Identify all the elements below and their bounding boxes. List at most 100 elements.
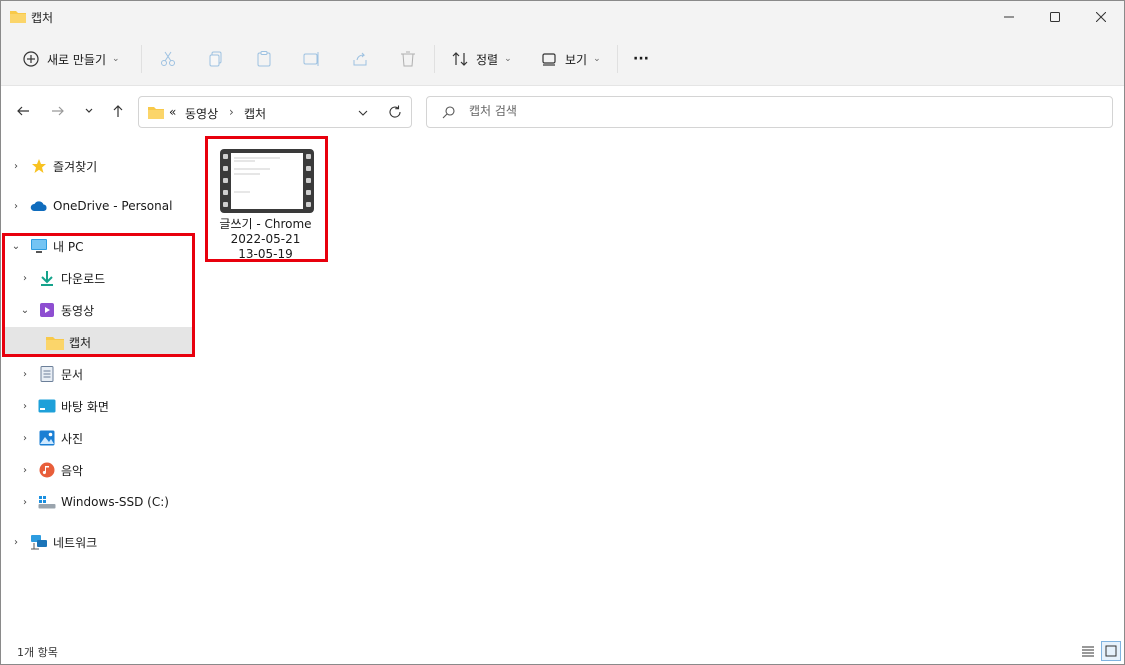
copy-icon [206,49,226,69]
file-explorer-window: 캡처 새로 만들기 ⌄ 정렬 ⌄ 보기 ⌄ ··· « 동영상 › 캡처 캡처 … [0,0,1125,665]
chevron-right-icon[interactable]: › [9,161,23,172]
new-button[interactable]: 새로 만들기 ⌄ [21,43,120,75]
chevron-right-icon[interactable]: › [18,401,32,412]
details-view-button[interactable] [1078,641,1098,661]
chevron-right-icon[interactable]: › [18,369,32,380]
sidebar-item-label: 즐겨찾기 [53,159,98,174]
list-view-icon [1082,646,1094,657]
arrow-right-icon [52,106,64,116]
new-button-label: 새로 만들기 [47,52,107,67]
folder-icon [10,9,26,23]
item-count: 1개 항목 [17,646,58,659]
back-button[interactable] [12,100,34,122]
cut-button[interactable] [158,43,178,75]
star-icon [30,157,48,175]
sidebar-item-drive-c[interactable]: › Windows-SSD (C:) [1,487,195,517]
document-icon [38,365,56,383]
sidebar-item-label: 사진 [61,431,84,446]
file-list: 글쓰기 - Chrome 2022-05-21 13-05-19 [196,136,1124,638]
breadcrumb-overflow[interactable]: « [169,105,176,119]
share-button[interactable] [350,43,370,75]
share-icon [350,49,370,69]
sidebar-item-network[interactable]: › 네트워크 [1,527,195,557]
chevron-right-icon[interactable]: › [9,201,23,212]
drive-icon [38,493,56,511]
maximize-button[interactable] [1032,1,1078,33]
large-icons-view-button[interactable] [1101,641,1121,661]
folder-icon [148,105,164,122]
rename-icon [302,49,322,69]
chevron-down-icon: ⌄ [112,54,120,64]
chevron-right-icon[interactable]: › [18,465,32,476]
sidebar-item-pictures[interactable]: › 사진 [1,423,195,453]
recent-locations-button[interactable] [78,100,100,122]
search-box[interactable] [426,96,1113,128]
sidebar-item-label: 음악 [61,463,84,478]
divider [617,45,618,73]
trash-icon [398,49,418,69]
view-button-label: 보기 [565,52,588,67]
breadcrumb-item[interactable]: 동영상 [185,105,218,122]
tile-view-icon [1105,645,1117,657]
chevron-down-icon: ⌄ [593,54,601,64]
view-icon [539,49,559,69]
sidebar-item-favorites[interactable]: › 즐겨찾기 [1,151,195,181]
sidebar-item-music[interactable]: › 음악 [1,455,195,485]
arrow-up-icon [113,105,123,117]
highlight-box [205,136,328,262]
forward-button[interactable] [47,100,69,122]
divider [141,45,142,73]
delete-button[interactable] [398,43,418,75]
network-icon [30,533,48,551]
up-button[interactable] [107,100,129,122]
scissors-icon [158,49,178,69]
search-icon [442,106,455,122]
sort-button[interactable]: 정렬 ⌄ [450,43,512,75]
copy-button[interactable] [206,43,226,75]
sidebar-item-label: OneDrive - Personal [53,199,173,213]
paste-button[interactable] [254,43,274,75]
sidebar-item-label: Windows-SSD (C:) [61,495,169,509]
chevron-right-icon[interactable]: › [18,433,32,444]
status-bar: 1개 항목 [1,638,1124,664]
sort-arrows-icon [450,49,470,69]
chevron-down-icon: ⌄ [504,54,512,64]
window-title: 캡처 [31,11,54,25]
address-dropdown-button[interactable] [358,107,368,121]
paste-icon [254,49,274,69]
refresh-button[interactable] [388,105,402,122]
close-button[interactable] [1078,1,1124,33]
desktop-icon [38,397,56,415]
chevron-right-icon[interactable]: › [18,497,32,508]
navigation-bar: « 동영상 › 캡처 [1,86,1124,138]
chevron-down-icon [358,110,368,116]
highlight-box [2,233,195,357]
sidebar-item-label: 바탕 화면 [61,399,109,414]
arrow-left-icon [17,106,29,116]
cloud-icon [30,197,48,215]
more-options-button[interactable]: ··· [633,43,649,75]
title-bar: 캡처 [1,1,1124,33]
picture-icon [38,429,56,447]
rename-button[interactable] [302,43,322,75]
sort-button-label: 정렬 [476,52,499,67]
chevron-down-icon [85,108,93,113]
view-button[interactable]: 보기 ⌄ [539,43,601,75]
sidebar-item-onedrive[interactable]: › OneDrive - Personal [1,191,195,221]
command-bar: 새로 만들기 ⌄ 정렬 ⌄ 보기 ⌄ ··· [1,33,1124,86]
address-bar[interactable]: « 동영상 › 캡처 [138,96,412,128]
breadcrumb-item[interactable]: 캡처 [244,105,266,122]
breadcrumb-separator: › [229,105,234,119]
search-input[interactable] [467,103,1071,119]
music-icon [38,461,56,479]
chevron-right-icon[interactable]: › [9,537,23,548]
minimize-button[interactable] [986,1,1032,33]
sidebar-item-desktop[interactable]: › 바탕 화면 [1,391,195,421]
more-options-label: ··· [633,51,649,67]
refresh-icon [389,105,401,118]
sidebar-item-label: 문서 [61,367,84,382]
divider [434,45,435,73]
sidebar-item-documents[interactable]: › 문서 [1,359,195,389]
plus-circle-icon [21,49,41,69]
sidebar-item-label: 네트워크 [53,535,98,550]
